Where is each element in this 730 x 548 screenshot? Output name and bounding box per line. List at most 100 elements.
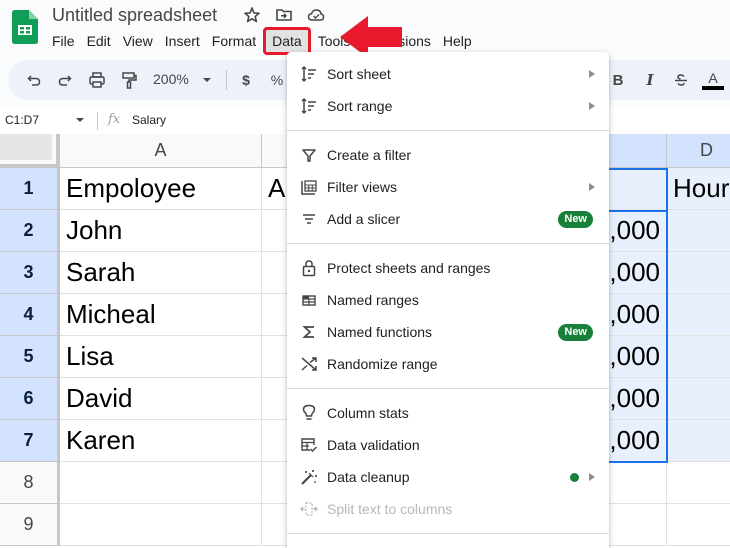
cell-d5[interactable] [667, 336, 730, 378]
menu-item-label: Protect sheets and ranges [327, 260, 491, 276]
row-header-6[interactable]: 6 [0, 378, 60, 420]
menu-item-data-validation[interactable]: Data validation [287, 429, 609, 461]
menu-item-named-functions[interactable]: Named functions New [287, 316, 609, 348]
menu-insert[interactable]: Insert [159, 30, 206, 52]
row-header-8[interactable]: 8 [0, 462, 60, 504]
redo-icon[interactable] [55, 70, 75, 90]
percent-format-button[interactable]: % [267, 70, 287, 90]
row-header-5[interactable]: 5 [0, 336, 60, 378]
filter-icon [299, 145, 319, 165]
menu-separator [287, 243, 609, 244]
cell-a7[interactable]: Karen [60, 420, 262, 462]
select-all-corner[interactable] [0, 134, 60, 168]
menu-separator [287, 388, 609, 389]
row-header-3[interactable]: 3 [0, 252, 60, 294]
menu-item-randomize-range[interactable]: Randomize range [287, 348, 609, 380]
cell-d7[interactable] [667, 420, 730, 462]
cell-a1[interactable]: Empoloyee [60, 168, 262, 210]
menu-item-label: Data cleanup [327, 469, 410, 485]
lock-icon [299, 258, 319, 278]
row-header-7[interactable]: 7 [0, 420, 60, 462]
cell-d1[interactable]: Hour [667, 168, 730, 210]
sheets-logo-icon[interactable] [12, 10, 38, 44]
bold-button[interactable]: B [608, 70, 628, 90]
shuffle-icon [299, 354, 319, 374]
menu-item-protect-sheets-and-ranges[interactable]: Protect sheets and ranges [287, 252, 609, 284]
zoom-select[interactable]: 200% [153, 71, 211, 87]
menu-item-add-a-slicer[interactable]: Add a slicer New [287, 203, 609, 235]
cell-d2[interactable] [667, 210, 730, 252]
cell-d9[interactable] [667, 504, 730, 546]
cell-a4[interactable]: Micheal [60, 294, 262, 336]
menu-item-named-ranges[interactable]: Named ranges [287, 284, 609, 316]
document-title[interactable]: Untitled spreadsheet [52, 5, 217, 26]
paint-format-icon[interactable] [119, 70, 139, 90]
new-badge: New [558, 211, 593, 228]
cell-d3[interactable] [667, 252, 730, 294]
undo-icon[interactable] [24, 70, 44, 90]
fx-icon: fx [108, 112, 121, 127]
row-header-9[interactable]: 9 [0, 504, 60, 546]
column-header-d[interactable]: D [667, 134, 730, 168]
star-icon[interactable] [243, 6, 261, 24]
menu-bar: File Edit View Insert Format Data Tools … [46, 27, 478, 55]
cell-a5[interactable]: Lisa [60, 336, 262, 378]
cell-d8[interactable] [667, 462, 730, 504]
cell-a8[interactable] [60, 462, 262, 504]
text-color-letter: A [708, 70, 718, 86]
menu-edit[interactable]: Edit [81, 30, 117, 52]
zoom-value: 200% [153, 71, 189, 87]
menu-item-label: Filter views [327, 179, 398, 195]
italic-button[interactable]: I [640, 70, 660, 90]
cell-a2[interactable]: John [60, 210, 262, 252]
cell-a9[interactable] [60, 504, 262, 546]
formula-input[interactable]: Salary [132, 113, 166, 127]
column-header-a[interactable]: A [60, 134, 262, 168]
slicer-icon [299, 209, 319, 229]
row-header-4[interactable]: 4 [0, 294, 60, 336]
cell-d4[interactable] [667, 294, 730, 336]
text-color-button[interactable]: A [702, 68, 724, 92]
filter-views-icon [299, 177, 319, 197]
cell-d6[interactable] [667, 378, 730, 420]
sort-icon [299, 64, 319, 84]
toolbar-divider [226, 70, 227, 90]
menu-view[interactable]: View [117, 30, 159, 52]
menu-item-filter-views[interactable]: Filter views [287, 171, 609, 203]
menu-format[interactable]: Format [206, 30, 262, 52]
new-indicator-dot-icon [570, 473, 579, 482]
row-header-2[interactable]: 2 [0, 210, 60, 252]
menu-item-sort-sheet[interactable]: Sort sheet [287, 58, 609, 90]
menu-separator [287, 533, 609, 534]
menu-item-label: Sort range [327, 98, 393, 114]
sort-icon [299, 96, 319, 116]
move-to-folder-icon[interactable] [275, 6, 293, 24]
cloud-saved-icon[interactable] [307, 6, 325, 24]
menu-item-label: Data validation [327, 437, 420, 453]
name-box[interactable]: C1:D7 [5, 113, 39, 127]
strikethrough-icon[interactable] [671, 70, 691, 90]
menu-item-label: Column stats [327, 405, 409, 421]
name-box-dropdown-icon[interactable] [76, 118, 84, 122]
print-icon[interactable] [87, 70, 107, 90]
currency-format-button[interactable]: $ [236, 70, 256, 90]
row-header-1[interactable]: 1 [0, 168, 60, 210]
menu-item-label: Sort sheet [327, 66, 391, 82]
cell-a3[interactable]: Sarah [60, 252, 262, 294]
text-color-swatch [702, 86, 724, 90]
menu-item-sort-range[interactable]: Sort range [287, 90, 609, 122]
menu-item-create-a-filter[interactable]: Create a filter [287, 139, 609, 171]
menu-help[interactable]: Help [437, 30, 478, 52]
menu-item-split-text-to-columns: Split text to columns [287, 493, 609, 525]
submenu-arrow-icon [589, 473, 595, 481]
menu-file[interactable]: File [46, 30, 81, 52]
sigma-icon [299, 322, 319, 342]
menu-item-data-cleanup[interactable]: Data cleanup [287, 461, 609, 493]
named-ranges-icon [299, 290, 319, 310]
new-badge: New [558, 324, 593, 341]
menu-item-column-stats[interactable]: Column stats [287, 397, 609, 429]
menu-item-label: Randomize range [327, 356, 438, 372]
cell-a6[interactable]: David [60, 378, 262, 420]
menu-data[interactable]: Data [263, 27, 311, 55]
menu-item-label: Named ranges [327, 292, 419, 308]
